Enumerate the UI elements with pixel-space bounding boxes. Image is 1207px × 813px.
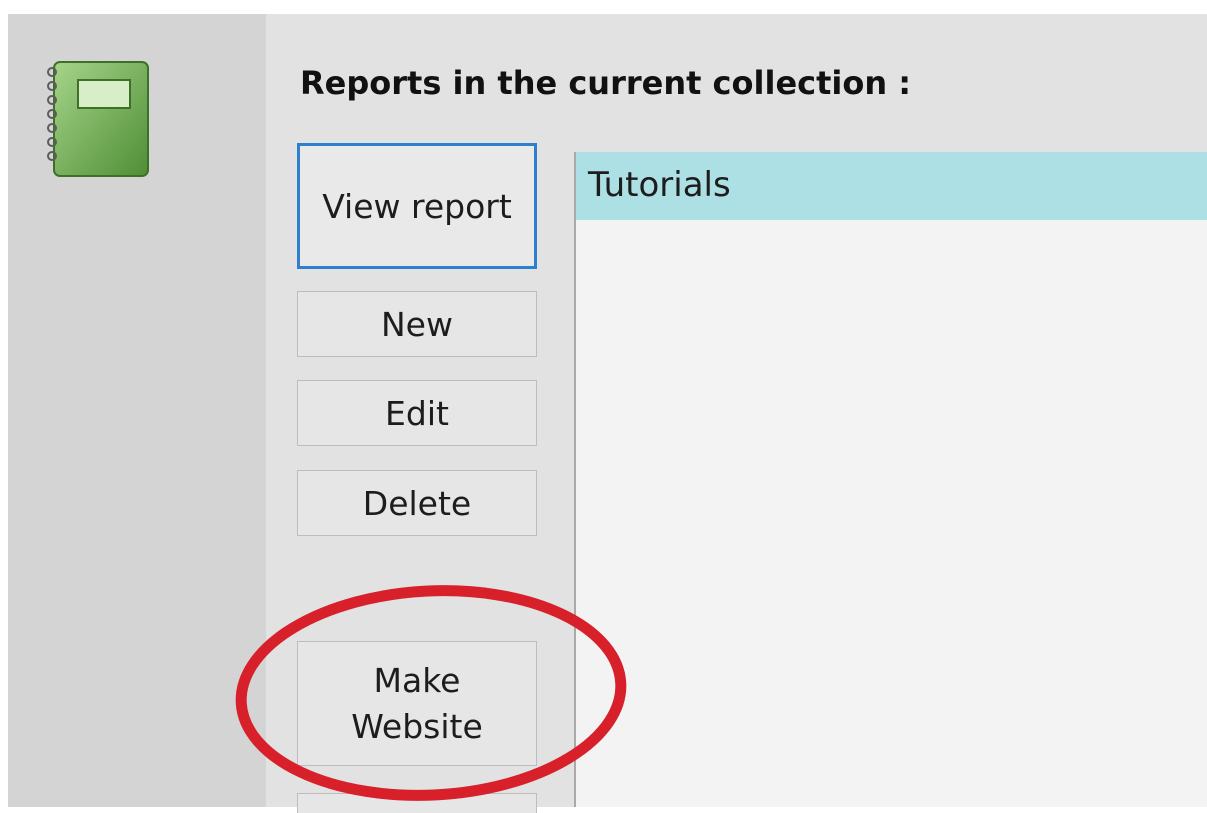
- make-website-button[interactable]: Make Website: [297, 641, 537, 766]
- new-report-button[interactable]: New: [297, 291, 537, 357]
- notebook-icon: [47, 61, 149, 177]
- delete-report-button[interactable]: Delete: [297, 470, 537, 536]
- partially-visible-button[interactable]: [297, 793, 537, 813]
- edit-report-button[interactable]: Edit: [297, 380, 537, 446]
- list-item[interactable]: Tutorials: [576, 152, 1207, 220]
- reports-list[interactable]: Tutorials: [574, 152, 1207, 807]
- make-website-label-line2: Website: [351, 706, 483, 746]
- view-report-button[interactable]: View report: [297, 143, 537, 269]
- page-title: Reports in the current collection :: [300, 64, 912, 102]
- make-website-label-line1: Make: [373, 660, 461, 700]
- reports-window: Reports in the current collection : View…: [0, 0, 1207, 813]
